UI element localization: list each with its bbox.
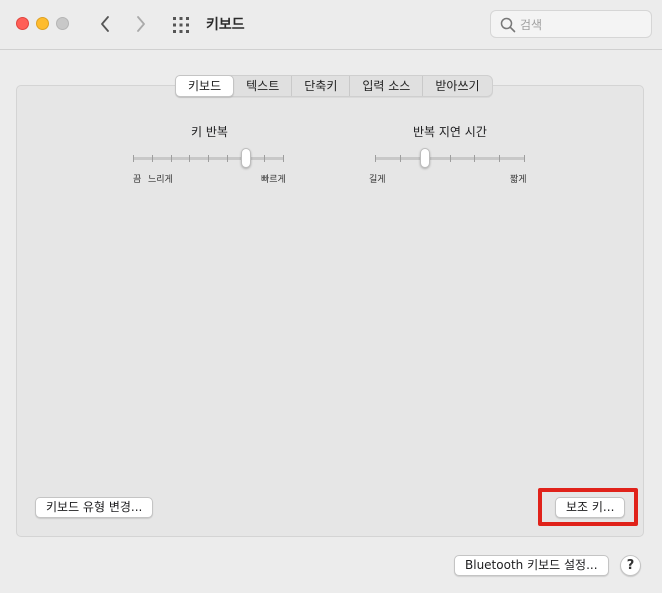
repeat-delay-tick (524, 155, 525, 162)
keyboard-preferences-window: 키보드 키보드 텍스트 단축키 입력 소스 받아쓰기 키 반복 끔 느리게 빠르… (0, 0, 662, 593)
back-arrow-icon (101, 16, 109, 32)
back-button[interactable] (94, 12, 116, 36)
search-field[interactable] (490, 10, 652, 38)
title-bar: 키보드 (0, 0, 662, 50)
forward-button[interactable] (130, 12, 152, 36)
bluetooth-keyboard-setup-button[interactable]: Bluetooth 키보드 설정... (454, 555, 609, 576)
repeat-delay-title: 반복 지연 시간 (413, 125, 487, 139)
repeat-delay-tick (474, 155, 475, 162)
window-title: 키보드 (206, 17, 245, 33)
repeat-delay-short-label: 짧게 (510, 175, 527, 185)
key-repeat-tick (189, 155, 190, 162)
tab-shortcuts[interactable]: 단축키 (292, 76, 351, 96)
tab-input-sources[interactable]: 입력 소스 (350, 76, 424, 96)
key-repeat-tick (133, 155, 134, 162)
repeat-delay-slider[interactable] (375, 146, 525, 170)
tab-text[interactable]: 텍스트 (234, 76, 293, 96)
key-repeat-off-label: 끔 (133, 175, 142, 185)
repeat-delay-tick (400, 155, 401, 162)
minimize-window-button[interactable] (36, 17, 49, 30)
tab-dictation[interactable]: 받아쓰기 (423, 76, 491, 96)
key-repeat-slider[interactable] (133, 146, 284, 170)
repeat-delay-tick (499, 155, 500, 162)
key-repeat-fast-label: 빠르게 (261, 175, 286, 185)
show-all-button[interactable] (170, 14, 192, 36)
repeat-delay-tick (375, 155, 376, 162)
tab-keyboard[interactable]: 키보드 (175, 75, 235, 97)
key-repeat-tick (227, 155, 228, 162)
key-repeat-knob[interactable] (241, 148, 251, 168)
repeat-delay-tick (450, 155, 451, 162)
modifier-keys-button[interactable]: 보조 키... (555, 497, 625, 518)
search-input[interactable] (520, 15, 644, 34)
key-repeat-slow-label: 느리게 (148, 175, 173, 185)
zoom-window-button[interactable] (56, 17, 69, 30)
key-repeat-tick (264, 155, 265, 162)
repeat-delay-long-label: 길게 (369, 175, 386, 185)
tab-bar: 키보드 텍스트 단축키 입력 소스 받아쓰기 (175, 75, 493, 97)
settings-panel (16, 85, 644, 537)
search-icon (500, 17, 516, 33)
key-repeat-tick (208, 155, 209, 162)
repeat-delay-knob[interactable] (420, 148, 430, 168)
help-button[interactable]: ? (620, 555, 641, 576)
key-repeat-tick (152, 155, 153, 162)
change-keyboard-type-button[interactable]: 키보드 유형 변경... (35, 497, 154, 518)
key-repeat-title: 키 반복 (191, 125, 228, 139)
key-repeat-tick (171, 155, 172, 162)
grid-icon (173, 17, 189, 33)
close-window-button[interactable] (16, 17, 29, 30)
forward-arrow-icon (137, 16, 145, 32)
key-repeat-tick (283, 155, 284, 162)
